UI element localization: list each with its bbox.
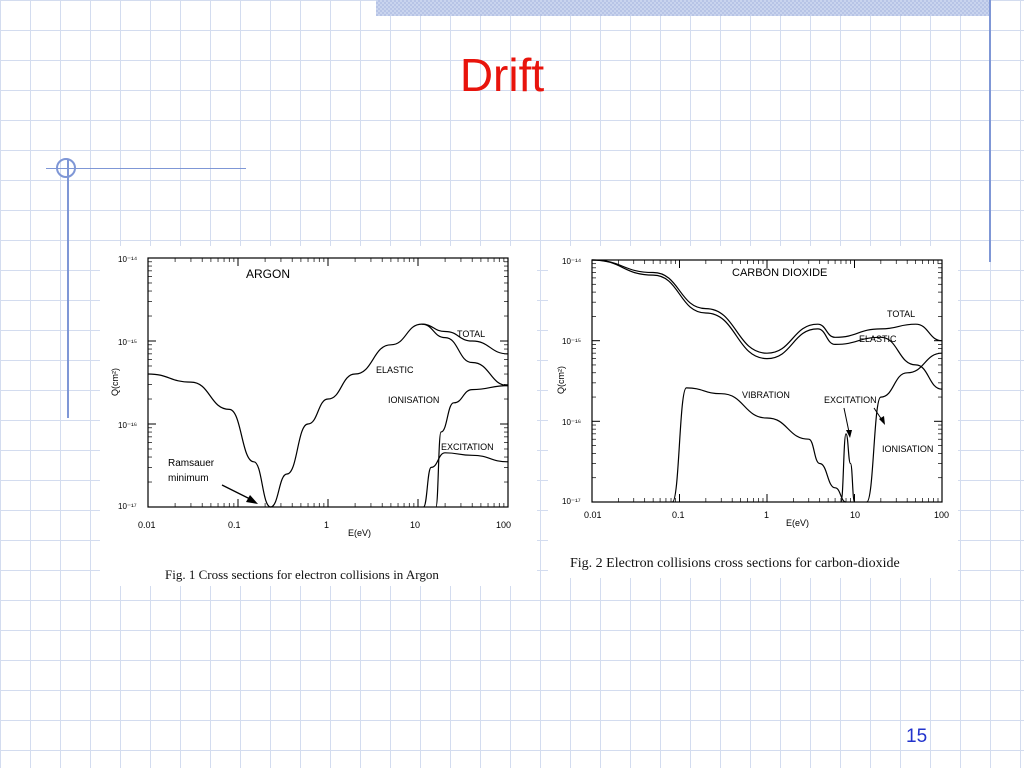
argon-annotation-line1: Ramsauer xyxy=(168,458,215,469)
left-vertical-rule xyxy=(67,160,69,418)
argon-caption: Fig. 1 Cross sections for electron colli… xyxy=(165,567,439,582)
ramsauer-arrowhead-icon xyxy=(246,495,258,504)
co2-minor-ticks xyxy=(592,260,942,502)
argon-ytick-4: 10⁻¹⁷ xyxy=(118,502,137,511)
co2-label-ionisation: IONISATION xyxy=(882,444,933,454)
top-decorative-band xyxy=(376,0,990,16)
right-decorative-line xyxy=(989,0,991,262)
co2-label-total: TOTAL xyxy=(887,309,915,319)
argon-xtick-4: 10 xyxy=(410,520,420,530)
co2-label-excitation: EXCITATION xyxy=(824,395,877,405)
co2-ytick-1: 10⁻¹⁴ xyxy=(562,257,582,266)
co2-ytick-4: 10⁻¹⁷ xyxy=(562,497,581,506)
ramsauer-arrow xyxy=(221,484,253,501)
page-number: 15 xyxy=(906,726,928,747)
argon-ytick-1: 10⁻¹⁴ xyxy=(118,255,138,264)
argon-panel-title: ARGON xyxy=(246,267,290,281)
argon-xtick-2: 0.1 xyxy=(228,520,241,530)
co2-xtick-3: 1 xyxy=(764,510,769,520)
co2-xtick-2: 0.1 xyxy=(672,510,685,520)
co2-xlabel: E(eV) xyxy=(786,518,809,528)
series-ionisation xyxy=(866,352,943,503)
argon-xlabel: E(eV) xyxy=(348,528,371,538)
co2-xtick-1: 0.01 xyxy=(584,510,602,520)
argon-label-excitation: EXCITATION xyxy=(441,442,494,452)
co2-xtick-4: 10 xyxy=(850,510,860,520)
co2-xtick-5: 100 xyxy=(934,510,949,520)
co2-ytick-2: 10⁻¹⁵ xyxy=(562,337,581,346)
left-horizontal-rule xyxy=(46,168,246,169)
co2-plot-frame xyxy=(591,259,943,503)
series-excitation xyxy=(840,433,856,503)
argon-ytick-3: 10⁻¹⁶ xyxy=(118,421,137,430)
argon-ytick-2: 10⁻¹⁵ xyxy=(118,338,137,347)
series-excitation xyxy=(422,452,509,508)
co2-ytick-3: 10⁻¹⁶ xyxy=(562,418,581,427)
co2-label-vibration: VIBRATION xyxy=(742,390,790,400)
excitation-arrow-1 xyxy=(843,407,850,433)
argon-figure: 10⁻¹⁴ 10⁻¹⁵ 10⁻¹⁶ 10⁻¹⁷ 0.01 0.1 1 10 10… xyxy=(100,246,537,586)
argon-plot-frame xyxy=(147,257,509,508)
argon-xtick-3: 1 xyxy=(324,520,329,530)
argon-label-ionisation: IONISATION xyxy=(388,395,439,405)
argon-chart: 10⁻¹⁴ 10⁻¹⁵ 10⁻¹⁶ 10⁻¹⁷ 0.01 0.1 1 10 10… xyxy=(110,255,511,538)
slide-title: Drift xyxy=(459,49,545,101)
argon-y-ticks xyxy=(148,258,508,507)
co2-caption: Fig. 2 Electron collisions cross section… xyxy=(570,556,900,571)
argon-label-elastic: ELASTIC xyxy=(376,365,414,375)
series-vibration xyxy=(671,387,847,503)
argon-minor-ticks xyxy=(148,258,508,507)
circle-ornament-icon xyxy=(56,158,76,178)
argon-xtick-1: 0.01 xyxy=(138,520,156,530)
co2-ylabel: Q(cm²) xyxy=(556,366,566,394)
co2-figure: 10⁻¹⁴ 10⁻¹⁵ 10⁻¹⁶ 10⁻¹⁷ 0.01 0.1 1 10 10… xyxy=(548,246,958,578)
argon-ylabel: Q(cm²) xyxy=(110,368,120,396)
argon-xtick-5: 100 xyxy=(496,520,511,530)
co2-curves xyxy=(591,259,943,503)
argon-annotation-line2: minimum xyxy=(168,473,209,484)
co2-y-ticks xyxy=(592,260,942,502)
co2-panel-title: CARBON DIOXIDE xyxy=(732,267,827,279)
co2-chart: 10⁻¹⁴ 10⁻¹⁵ 10⁻¹⁶ 10⁻¹⁷ 0.01 0.1 1 10 10… xyxy=(556,257,949,528)
series-elastic xyxy=(591,259,943,390)
